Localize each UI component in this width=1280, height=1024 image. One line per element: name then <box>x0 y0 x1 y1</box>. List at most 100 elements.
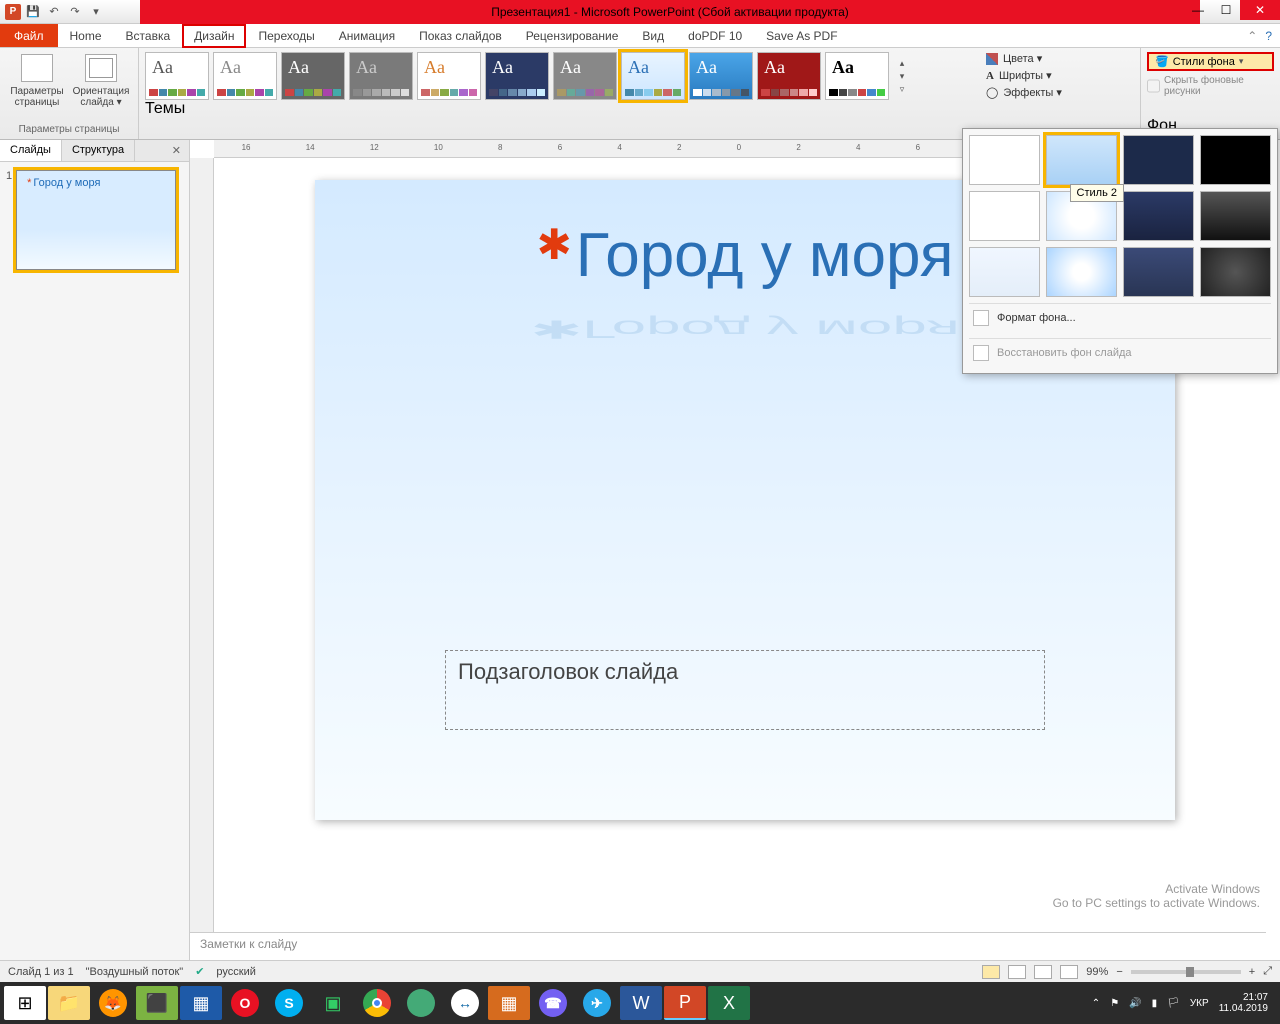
spellcheck-icon[interactable]: ✔ <box>195 965 204 978</box>
notes-pane[interactable]: Заметки к слайду <box>190 932 1266 960</box>
taskbar-excel[interactable]: X <box>708 986 750 1020</box>
tab-saveaspdf[interactable]: Save As PDF <box>754 24 849 47</box>
theme-fonts-button[interactable]: AШрифты ▾ <box>986 69 1134 82</box>
slide-thumb-1[interactable]: 1 Город у моря <box>0 162 189 274</box>
tab-slideshow[interactable]: Показ слайдов <box>407 24 514 47</box>
bg-style-9[interactable] <box>969 247 1040 297</box>
slide-thumbnail[interactable]: Город у моря <box>16 170 176 270</box>
taskbar-teamviewer[interactable]: ↔ <box>444 986 486 1020</box>
hide-bg-graphics-checkbox[interactable]: Скрыть фоновые рисунки <box>1147 75 1274 97</box>
taskbar-opera[interactable]: O <box>224 986 266 1020</box>
zoom-in-icon[interactable]: + <box>1249 966 1255 978</box>
tray-flag-icon[interactable]: 🏳 <box>1167 998 1180 1009</box>
taskbar-viber[interactable]: ☎ <box>532 986 574 1020</box>
tab-view[interactable]: Вид <box>630 24 676 47</box>
view-sorter-button[interactable] <box>1008 965 1026 979</box>
tray-network-icon[interactable]: ▮ <box>1152 998 1158 1009</box>
themes-more-button[interactable]: ▴ ▾ ▿ <box>893 52 911 100</box>
tab-review[interactable]: Рецензирование <box>514 24 631 47</box>
view-normal-button[interactable] <box>982 965 1000 979</box>
theme-colors-button[interactable]: Цвета ▾ <box>986 52 1134 65</box>
bg-style-3[interactable] <box>1123 135 1194 185</box>
tab-dopdf[interactable]: doPDF 10 <box>676 24 754 47</box>
zoom-value[interactable]: 99% <box>1086 966 1108 978</box>
pane-tab-slides[interactable]: Слайды <box>0 140 62 161</box>
taskbar-virtualbox[interactable]: ▣ <box>312 986 354 1020</box>
tab-insert[interactable]: Вставка <box>114 24 183 47</box>
fit-to-window-button[interactable]: ⤢ <box>1263 965 1272 978</box>
format-background-menu[interactable]: Формат фона... <box>969 303 1271 332</box>
qat-more-icon[interactable]: ▾ <box>87 3 105 21</box>
tray-volume-icon[interactable]: 🔊 <box>1129 998 1141 1009</box>
taskbar-app-orange[interactable]: ▦ <box>488 986 530 1020</box>
bg-style-7[interactable] <box>1123 191 1194 241</box>
theme-thumb-10[interactable]: Aa <box>757 52 821 100</box>
tray-lang[interactable]: УКР <box>1190 998 1209 1009</box>
theme-thumb-8[interactable]: Aa <box>621 52 685 100</box>
group-label-themes: Темы <box>145 100 974 118</box>
tray-clock[interactable]: 21:07 11.04.2019 <box>1219 992 1268 1014</box>
theme-thumb-4[interactable]: Aa <box>349 52 413 100</box>
redo-icon[interactable]: ↷ <box>66 3 84 21</box>
theme-thumb-1[interactable]: Aa <box>145 52 209 100</box>
view-slideshow-button[interactable] <box>1060 965 1078 979</box>
bg-style-10[interactable] <box>1046 247 1117 297</box>
undo-icon[interactable]: ↶ <box>45 3 63 21</box>
help-icon[interactable]: ? <box>1265 29 1272 43</box>
chevron-down-icon: ▾ <box>1239 56 1244 67</box>
taskbar-app-green[interactable]: ⬛ <box>136 986 178 1020</box>
taskbar-powerpoint[interactable]: P <box>664 986 706 1020</box>
bg-style-5[interactable] <box>969 191 1040 241</box>
taskbar-file-explorer[interactable]: 📁 <box>48 986 90 1020</box>
theme-thumb-3[interactable]: Aa <box>281 52 345 100</box>
tab-animation[interactable]: Анимация <box>327 24 407 47</box>
theme-thumb-9[interactable]: Aa <box>689 52 753 100</box>
tab-design[interactable]: Дизайн <box>182 24 246 48</box>
bg-style-2[interactable]: Стиль 2 <box>1046 135 1117 185</box>
tray-up-icon[interactable]: ⌃ <box>1092 998 1100 1009</box>
bg-style-12[interactable] <box>1200 247 1271 297</box>
close-button[interactable]: ✕ <box>1240 0 1280 20</box>
bg-style-8[interactable] <box>1200 191 1271 241</box>
taskbar-word[interactable]: W <box>620 986 662 1020</box>
save-icon[interactable]: 💾 <box>24 3 42 21</box>
tray-shield-icon[interactable]: ⚑ <box>1110 998 1119 1009</box>
bg-style-11[interactable] <box>1123 247 1194 297</box>
bg-style-1[interactable] <box>969 135 1040 185</box>
theme-thumb-11[interactable]: Aa <box>825 52 889 100</box>
thumb-title: Город у моря <box>27 177 100 189</box>
zoom-slider[interactable] <box>1131 970 1241 974</box>
theme-thumb-7[interactable]: Aa <box>553 52 617 100</box>
slide-number: 1 <box>6 170 12 270</box>
tab-file[interactable]: Файл <box>0 24 58 47</box>
taskbar-firefox[interactable]: 🦊 <box>92 986 134 1020</box>
themes-gallery[interactable]: Aa Aa Aa Aa Aa Aa Aa Aa Aa Aa Aa ▴ ▾ ▿ <box>145 52 974 100</box>
theme-thumb-2[interactable]: Aa <box>213 52 277 100</box>
tab-transitions[interactable]: Переходы <box>246 24 326 47</box>
status-language[interactable]: русский <box>216 966 255 978</box>
page-setup-button[interactable]: Параметры страницы <box>6 52 68 108</box>
ribbon-minimize-icon[interactable]: ⌃ <box>1247 29 1257 43</box>
taskbar-telegram[interactable]: ✈ <box>576 986 618 1020</box>
bg-style-4[interactable] <box>1200 135 1271 185</box>
taskbar-skype[interactable]: S <box>268 986 310 1020</box>
taskbar-app-browser[interactable] <box>400 986 442 1020</box>
start-button[interactable]: ⊞ <box>4 986 46 1020</box>
pane-close-icon[interactable]: ✕ <box>164 140 189 161</box>
pane-tab-outline[interactable]: Структура <box>62 140 135 161</box>
powerpoint-icon: P <box>5 4 21 20</box>
theme-thumb-6[interactable]: Aa <box>485 52 549 100</box>
page-setup-label: Параметры страницы <box>10 86 63 108</box>
taskbar-app-blue[interactable]: ▦ <box>180 986 222 1020</box>
view-reading-button[interactable] <box>1034 965 1052 979</box>
slide-orientation-button[interactable]: Ориентация слайда ▾ <box>70 52 132 108</box>
minimize-button[interactable]: — <box>1184 0 1212 20</box>
slide-subtitle-placeholder[interactable]: Подзаголовок слайда <box>445 650 1045 730</box>
theme-thumb-5[interactable]: Aa <box>417 52 481 100</box>
taskbar-chrome[interactable] <box>356 986 398 1020</box>
maximize-button[interactable]: ☐ <box>1212 0 1240 20</box>
tab-home[interactable]: Home <box>58 24 114 47</box>
zoom-out-icon[interactable]: − <box>1116 966 1122 978</box>
theme-effects-button[interactable]: ◯Эффекты ▾ <box>986 86 1134 99</box>
background-styles-button[interactable]: 🪣 Стили фона ▾ <box>1147 52 1274 71</box>
